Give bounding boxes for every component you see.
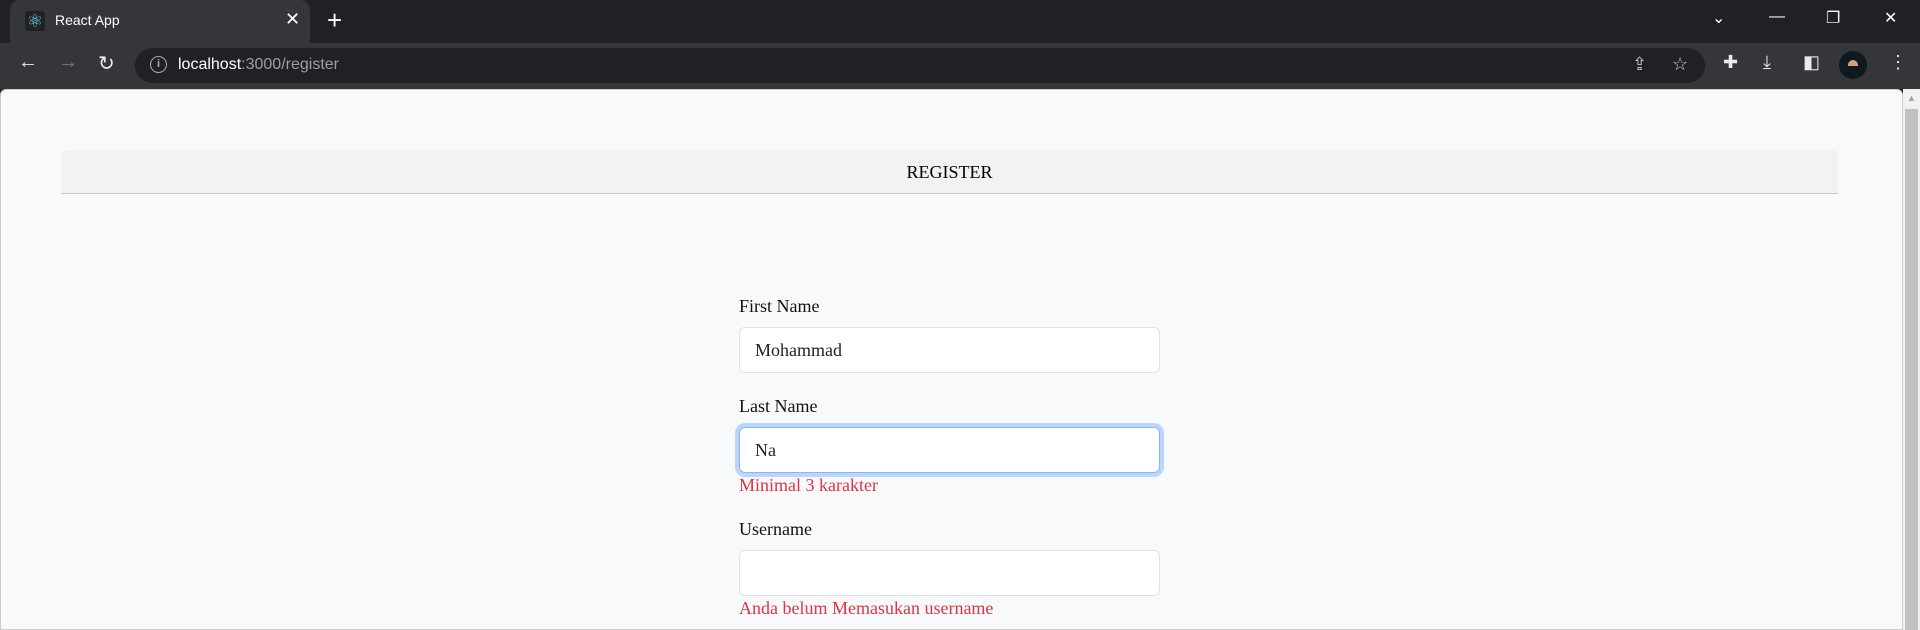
reload-icon[interactable]: ↻: [98, 51, 115, 76]
last-name-label: Last Name: [739, 396, 818, 416]
scrollbar-thumb[interactable]: [1905, 109, 1918, 630]
browser-toolbar: ← → ↻ i localhost:3000/register ⇪ ☆ ✚ ⤓ …: [0, 43, 1920, 89]
restore-icon[interactable]: ❐: [1826, 8, 1840, 28]
first-name-input[interactable]: [739, 327, 1160, 373]
profile-avatar[interactable]: [1839, 51, 1867, 79]
username-error: Anda belum Memasukan username: [739, 598, 994, 618]
scrollbar[interactable]: ▲: [1903, 89, 1920, 630]
new-tab-icon[interactable]: +: [327, 5, 342, 36]
url-host: localhost: [178, 56, 242, 73]
close-window-icon[interactable]: ✕: [1884, 8, 1897, 28]
last-name-error: Minimal 3 karakter: [739, 475, 878, 495]
username-input[interactable]: [739, 550, 1160, 596]
minimize-icon[interactable]: —: [1769, 8, 1785, 26]
url-path: :3000/register: [241, 56, 339, 73]
info-icon[interactable]: i: [150, 56, 167, 73]
tab-react-app[interactable]: ⚛ React App ✕: [10, 0, 310, 43]
download-icon[interactable]: ⤓: [1763, 52, 1771, 73]
scroll-up-icon[interactable]: ▲: [1907, 93, 1916, 103]
extensions-icon[interactable]: ✚: [1723, 52, 1738, 73]
url-text[interactable]: localhost:3000/register: [178, 56, 339, 74]
bookmark-star-icon[interactable]: ☆: [1672, 54, 1688, 75]
share-icon[interactable]: ⇪: [1632, 54, 1647, 75]
close-tab-icon[interactable]: ✕: [285, 9, 300, 30]
page-title: REGISTER: [61, 150, 1838, 194]
back-icon[interactable]: ←: [18, 51, 38, 74]
side-panel-icon[interactable]: ◧: [1803, 52, 1820, 73]
tab-bar: ⚛ React App ✕ + ⌄ — ❐ ✕: [0, 0, 1920, 43]
tab-title: React App: [55, 12, 120, 28]
forward-icon[interactable]: →: [58, 51, 78, 74]
tab-search-icon[interactable]: ⌄: [1712, 8, 1725, 28]
first-name-label: First Name: [739, 296, 820, 316]
menu-icon[interactable]: ⋮: [1889, 52, 1907, 73]
address-bar[interactable]: i localhost:3000/register ⇪ ☆: [135, 48, 1705, 83]
react-icon: ⚛: [25, 11, 45, 31]
username-label: Username: [739, 519, 812, 539]
last-name-input[interactable]: [739, 427, 1160, 473]
